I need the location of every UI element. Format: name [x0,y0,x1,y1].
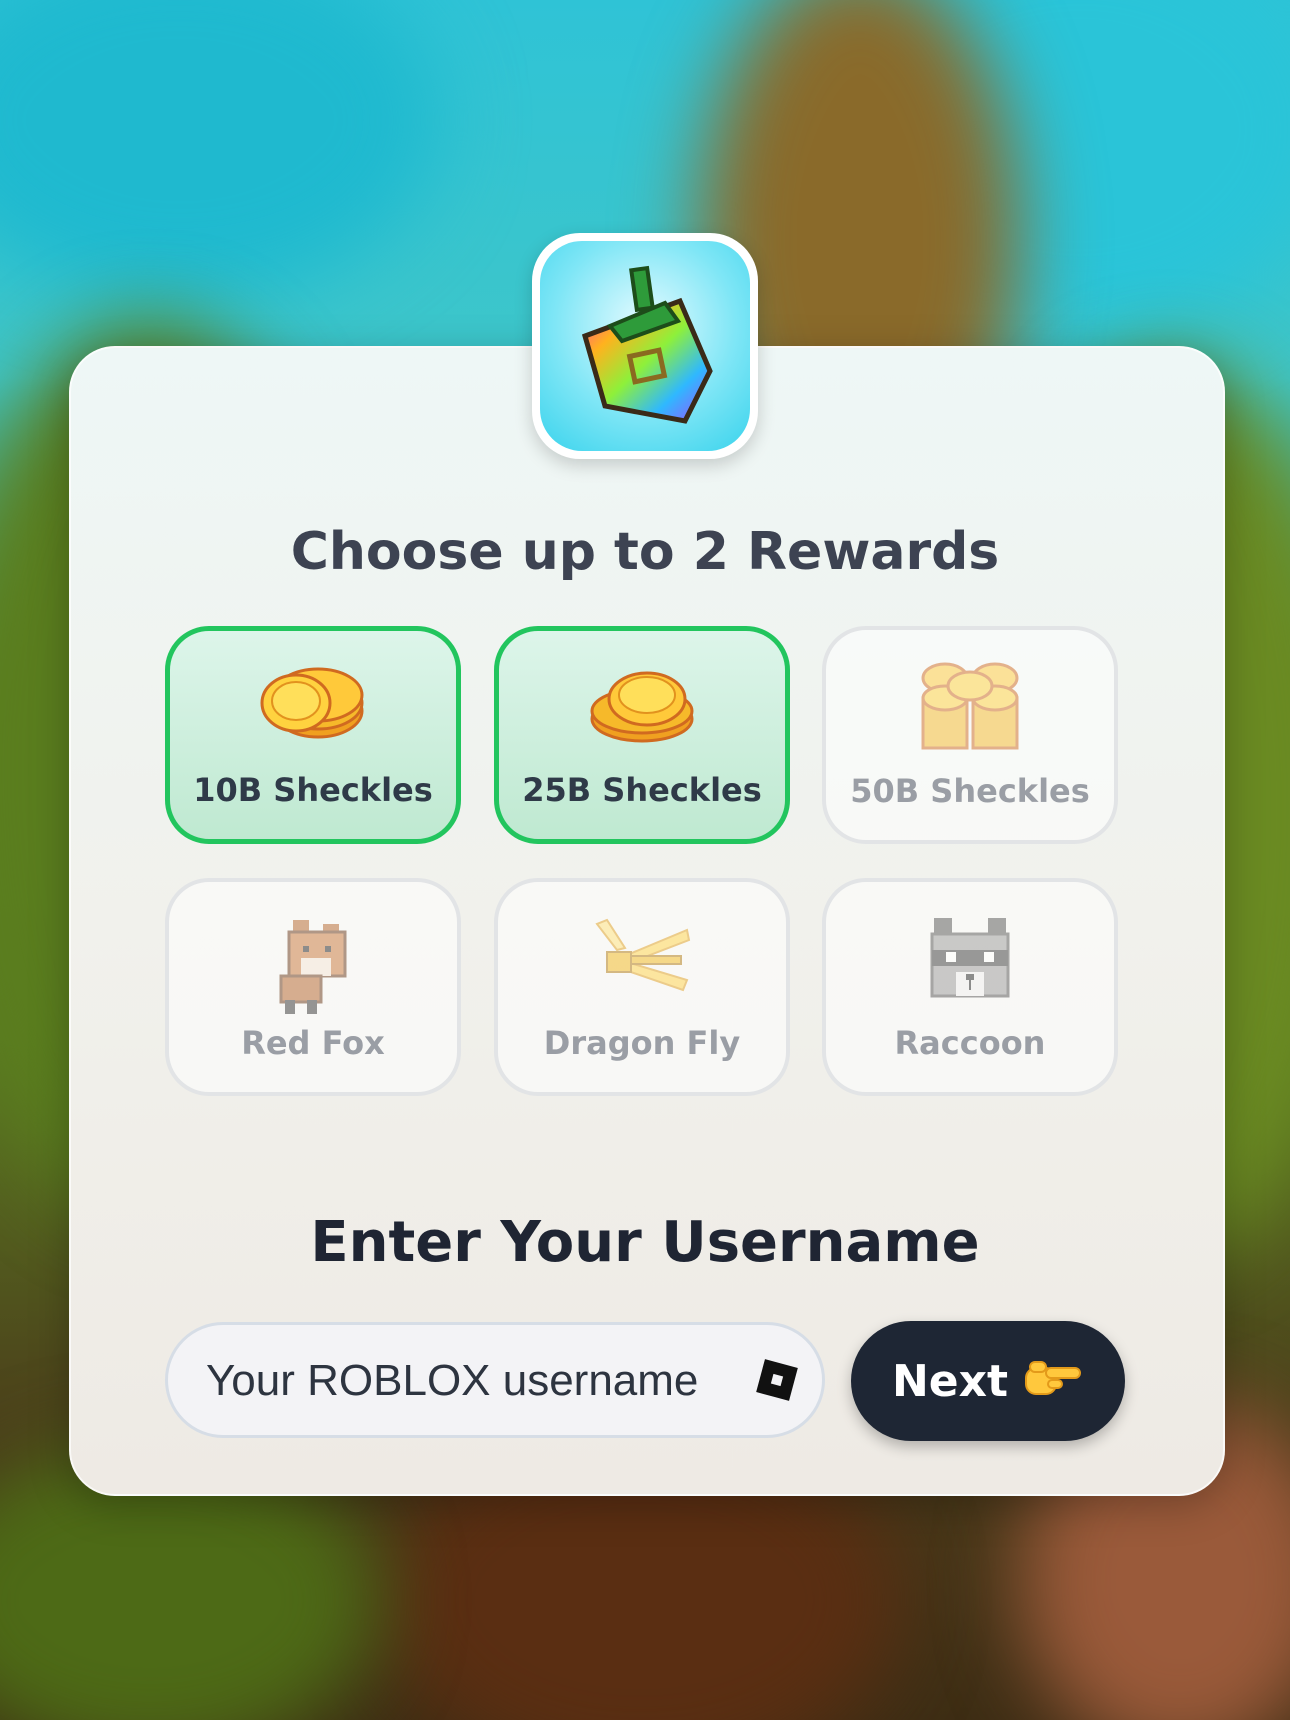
coin-pile-icon [921,662,1019,750]
coin-stack-icon [260,667,364,739]
reward-tile-50b-sheckles[interactable]: 50B Sheckles [822,626,1118,844]
username-input[interactable] [204,1325,728,1437]
rewards-title: Choose up to 2 Rewards [290,522,1000,582]
reward-tile-red-fox[interactable]: Red Fox [165,878,461,1096]
reward-label: Dragon Fly [543,1024,741,1062]
red-fox-pet-icon [279,920,347,1014]
reward-label: 25B Sheckles [522,771,762,809]
reward-label: Red Fox [241,1024,385,1062]
roblox-logo-icon [756,1359,798,1401]
game-app-icon [532,233,758,459]
coin-stack-icon [590,671,694,743]
reward-label: 10B Sheckles [193,771,433,809]
username-heading: Enter Your Username [310,1210,980,1275]
reward-label: Raccoon [894,1024,1046,1062]
reward-tile-25b-sheckles[interactable]: 25B Sheckles [494,626,790,844]
reward-label: 50B Sheckles [850,772,1090,810]
reward-tile-raccoon[interactable]: Raccoon [822,878,1118,1096]
next-button-label: Next [891,1355,1009,1407]
reward-tile-dragon-fly[interactable]: Dragon Fly [494,878,790,1096]
username-input-container [165,1322,825,1438]
rainbow-seed-pack-icon [581,265,713,424]
dragonfly-pet-icon [595,918,691,992]
raccoon-pet-icon [930,918,1010,998]
next-button[interactable]: Next [851,1321,1125,1441]
reward-tile-10b-sheckles[interactable]: 10B Sheckles [165,626,461,844]
pointing-hand-icon [1022,1354,1084,1409]
